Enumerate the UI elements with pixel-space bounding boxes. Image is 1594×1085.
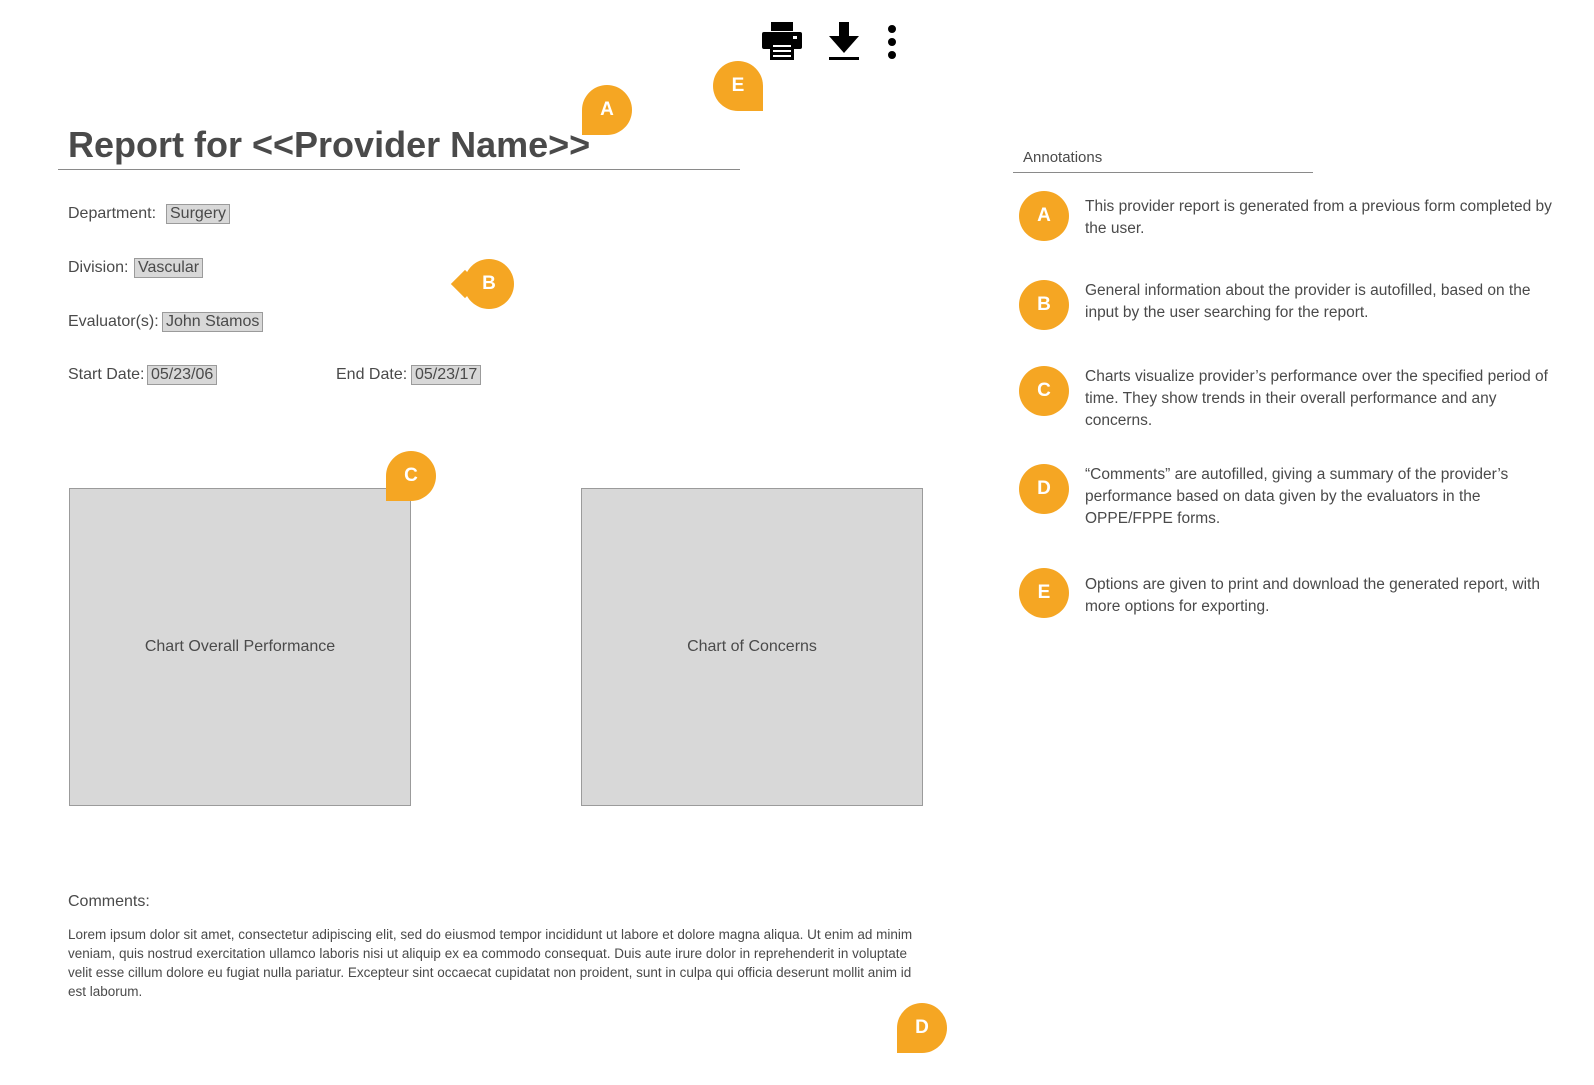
annotation-a-letter: A: [1037, 205, 1051, 226]
page-title: Report for <<Provider Name>>: [68, 124, 591, 165]
marker-c-letter: C: [404, 465, 418, 486]
annotations-title: Annotations: [1023, 149, 1103, 166]
annotation-b-badge: B: [1019, 280, 1069, 330]
start-date-label: Start Date:: [68, 366, 145, 383]
marker-e-letter: E: [731, 75, 745, 96]
chart-overall-performance: Chart Overall Performance: [69, 488, 411, 806]
annotation-c-text: Charts visualize provider’s performance …: [1085, 368, 1548, 429]
printer-icon[interactable]: [762, 22, 802, 60]
division-field[interactable]: Vascular: [134, 258, 204, 278]
marker-a-letter: A: [600, 99, 614, 120]
chart-of-concerns: Chart of Concerns: [581, 488, 923, 806]
title-divider: [58, 169, 740, 170]
end-date-field[interactable]: 05/23/17: [411, 365, 482, 385]
start-date-field[interactable]: 05/23/06: [147, 365, 218, 385]
annotation-a-text: This provider report is generated from a…: [1085, 198, 1552, 237]
download-icon[interactable]: [828, 22, 860, 60]
annotation-e-text: Options are given to print and download …: [1085, 576, 1540, 615]
annotation-e-letter: E: [1037, 582, 1051, 603]
division-label: Division:: [68, 259, 129, 276]
marker-b-letter: B: [482, 273, 496, 294]
more-vertical-icon[interactable]: [886, 24, 898, 60]
annotation-d-text: “Comments” are autofilled, giving a summ…: [1085, 466, 1509, 527]
comments-label: Comments:: [68, 893, 150, 910]
annotation-b-text: General information about the provider i…: [1085, 282, 1531, 321]
annotation-d-badge: D: [1019, 464, 1069, 514]
department-label: Department:: [68, 205, 157, 222]
chart-concerns-label: Chart of Concerns: [687, 638, 817, 655]
marker-a: A: [582, 85, 632, 135]
annotation-a-badge: A: [1019, 191, 1069, 241]
annotation-c-letter: C: [1037, 380, 1051, 401]
annotation-e-badge: E: [1019, 568, 1069, 618]
marker-b: B: [464, 259, 514, 309]
annotation-c-badge: C: [1019, 366, 1069, 416]
chart-overall-label: Chart Overall Performance: [144, 638, 336, 655]
annotation-d-letter: D: [1037, 478, 1051, 499]
marker-d-letter: D: [915, 1017, 929, 1038]
end-date-label: End Date:: [336, 366, 408, 383]
marker-c: C: [386, 451, 436, 501]
comments-text: Lorem ipsum dolor sit amet, consectetur …: [68, 927, 913, 999]
evaluator-field[interactable]: John Stamos: [162, 312, 264, 332]
marker-d: D: [897, 1003, 947, 1053]
department-field[interactable]: Surgery: [166, 204, 231, 224]
marker-e: E: [713, 61, 763, 111]
annotation-b-letter: B: [1037, 294, 1051, 315]
evaluator-label: Evaluator(s):: [68, 313, 159, 330]
annotations-divider: [1013, 172, 1313, 173]
